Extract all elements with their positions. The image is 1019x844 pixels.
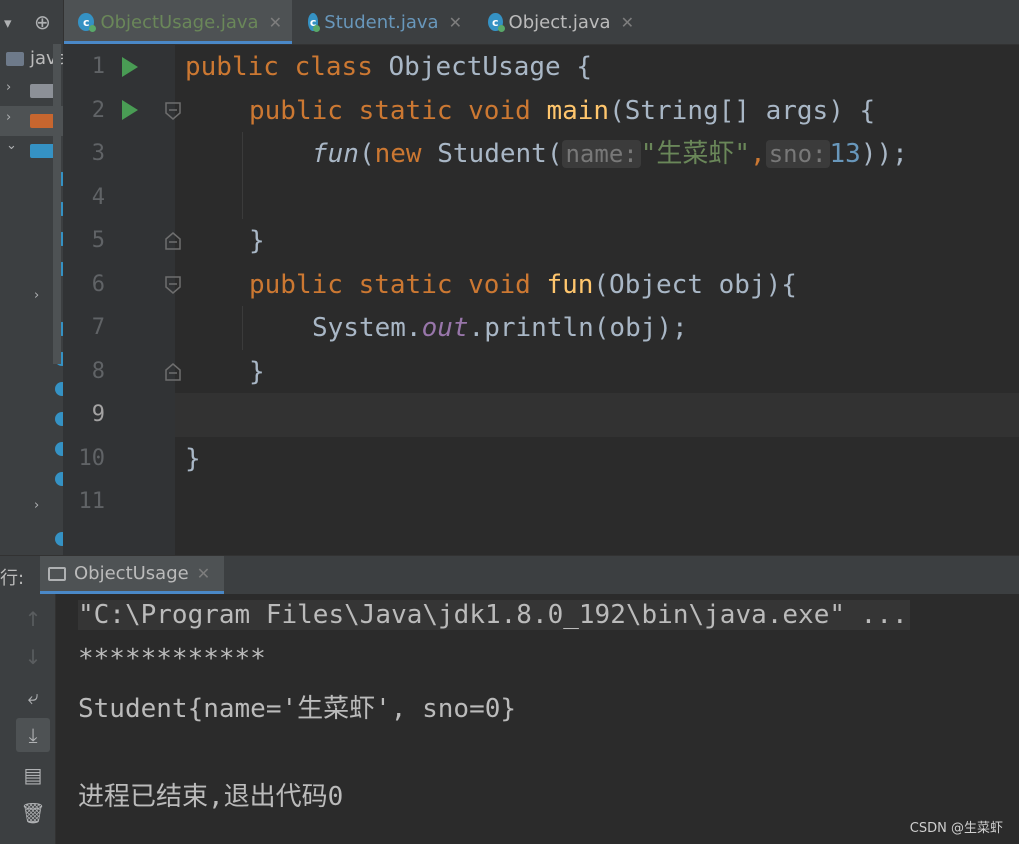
tab-object[interactable]: c Object.java ✕ (474, 0, 644, 44)
console-icon (48, 566, 66, 581)
close-icon[interactable]: ✕ (197, 564, 210, 583)
code-line-2: public static void main(String[] args) { (249, 96, 876, 126)
console-line-exit: 进程已结束,退出代码0 (78, 782, 344, 812)
code-line-10: } (185, 444, 201, 474)
close-icon[interactable]: ✕ (449, 13, 462, 32)
param-hint-sno: sno: (765, 140, 830, 168)
line-number: 5 (91, 228, 105, 253)
line-number: 9 (91, 402, 105, 427)
run-tab-label: ObjectUsage (74, 563, 189, 584)
java-class-icon: c (488, 13, 505, 32)
print-icon[interactable]: ▤ (16, 758, 50, 792)
code-line-6: public static void fun(Object obj){ (249, 270, 797, 300)
tab-label: Object.java (508, 11, 611, 33)
code-line-1: public class ObjectUsage { (185, 52, 593, 82)
collapse-icon[interactable]: ▾ (4, 14, 12, 32)
console-line: Student{name='生菜虾', sno=0} (78, 694, 517, 724)
indent-guide (242, 306, 243, 350)
line-number: 2 (91, 98, 105, 123)
chevron-down-icon[interactable]: ⌄ (6, 138, 17, 153)
chevron-right-icon[interactable]: › (34, 288, 39, 303)
run-panel-header: 行: ObjectUsage ✕ (0, 555, 1019, 595)
tab-label: ObjectUsage.java (100, 11, 259, 33)
arrow-up-icon[interactable]: ↑ (16, 602, 50, 636)
run-toolbar: ↑ ↓ ⤶ ⤓ ▤ 🗑 (0, 594, 56, 844)
tab-label: Student.java (324, 11, 439, 33)
code-line-3: fun(new Student(name: "生菜虾", sno: 13)); (312, 139, 908, 169)
chevron-right-icon[interactable]: › (6, 80, 11, 95)
chevron-right-icon[interactable]: › (34, 498, 39, 513)
chevron-right-icon[interactable]: › (6, 110, 11, 125)
arrow-down-icon[interactable]: ↓ (16, 640, 50, 674)
line-number: 1 (91, 54, 105, 79)
editor-tabs: c ObjectUsage.java ✕ c Student.java ✕ c … (64, 0, 1019, 45)
console-line-command: "C:\Program Files\Java\jdk1.8.0_192\bin\… (78, 600, 910, 630)
module-icon (6, 52, 24, 66)
indent-guide (242, 132, 243, 219)
fold-icon[interactable] (164, 275, 182, 295)
code-line-8: } (249, 357, 265, 387)
soft-wrap-icon[interactable]: ⤶ (16, 680, 50, 714)
param-hint-name: name: (562, 140, 641, 168)
line-number: 6 (91, 272, 105, 297)
fold-end-icon[interactable] (164, 362, 182, 382)
line-number: 10 (78, 446, 106, 471)
run-class-icon[interactable] (122, 57, 138, 77)
line-number: 8 (91, 359, 105, 384)
locate-icon[interactable]: ⊕ (34, 10, 51, 34)
fold-end-icon[interactable] (164, 231, 182, 251)
line-number: 11 (78, 489, 106, 514)
run-tab-objectusage[interactable]: ObjectUsage ✕ (40, 556, 225, 594)
code-line-5: } (249, 226, 265, 256)
tab-student[interactable]: c Student.java ✕ (294, 0, 472, 44)
line-number: 4 (91, 185, 105, 210)
tab-objectusage[interactable]: c ObjectUsage.java ✕ (64, 0, 292, 44)
java-class-icon: c (308, 13, 321, 32)
java-class-icon: c (78, 13, 97, 32)
close-icon[interactable]: ✕ (269, 13, 282, 32)
trash-icon[interactable]: 🗑 (16, 796, 50, 830)
run-panel-label: 行: (0, 568, 25, 589)
project-scrollbar[interactable] (53, 44, 61, 364)
run-method-icon[interactable] (122, 100, 138, 120)
close-icon[interactable]: ✕ (621, 13, 634, 32)
line-number: 3 (91, 141, 105, 166)
line-number: 7 (91, 315, 105, 340)
watermark: CSDN @生菜虾 (909, 821, 1003, 836)
code-line-7: System.out.println(obj); (312, 313, 688, 343)
current-line-highlight (175, 393, 1019, 437)
project-panel: ▾ ⊕ java › › ⌄ › › (0, 0, 69, 555)
console-line: ************ (78, 644, 266, 674)
fold-icon[interactable] (164, 101, 182, 121)
scroll-to-end-icon[interactable]: ⤓ (16, 718, 50, 752)
project-header: ▾ ⊕ (0, 0, 63, 44)
